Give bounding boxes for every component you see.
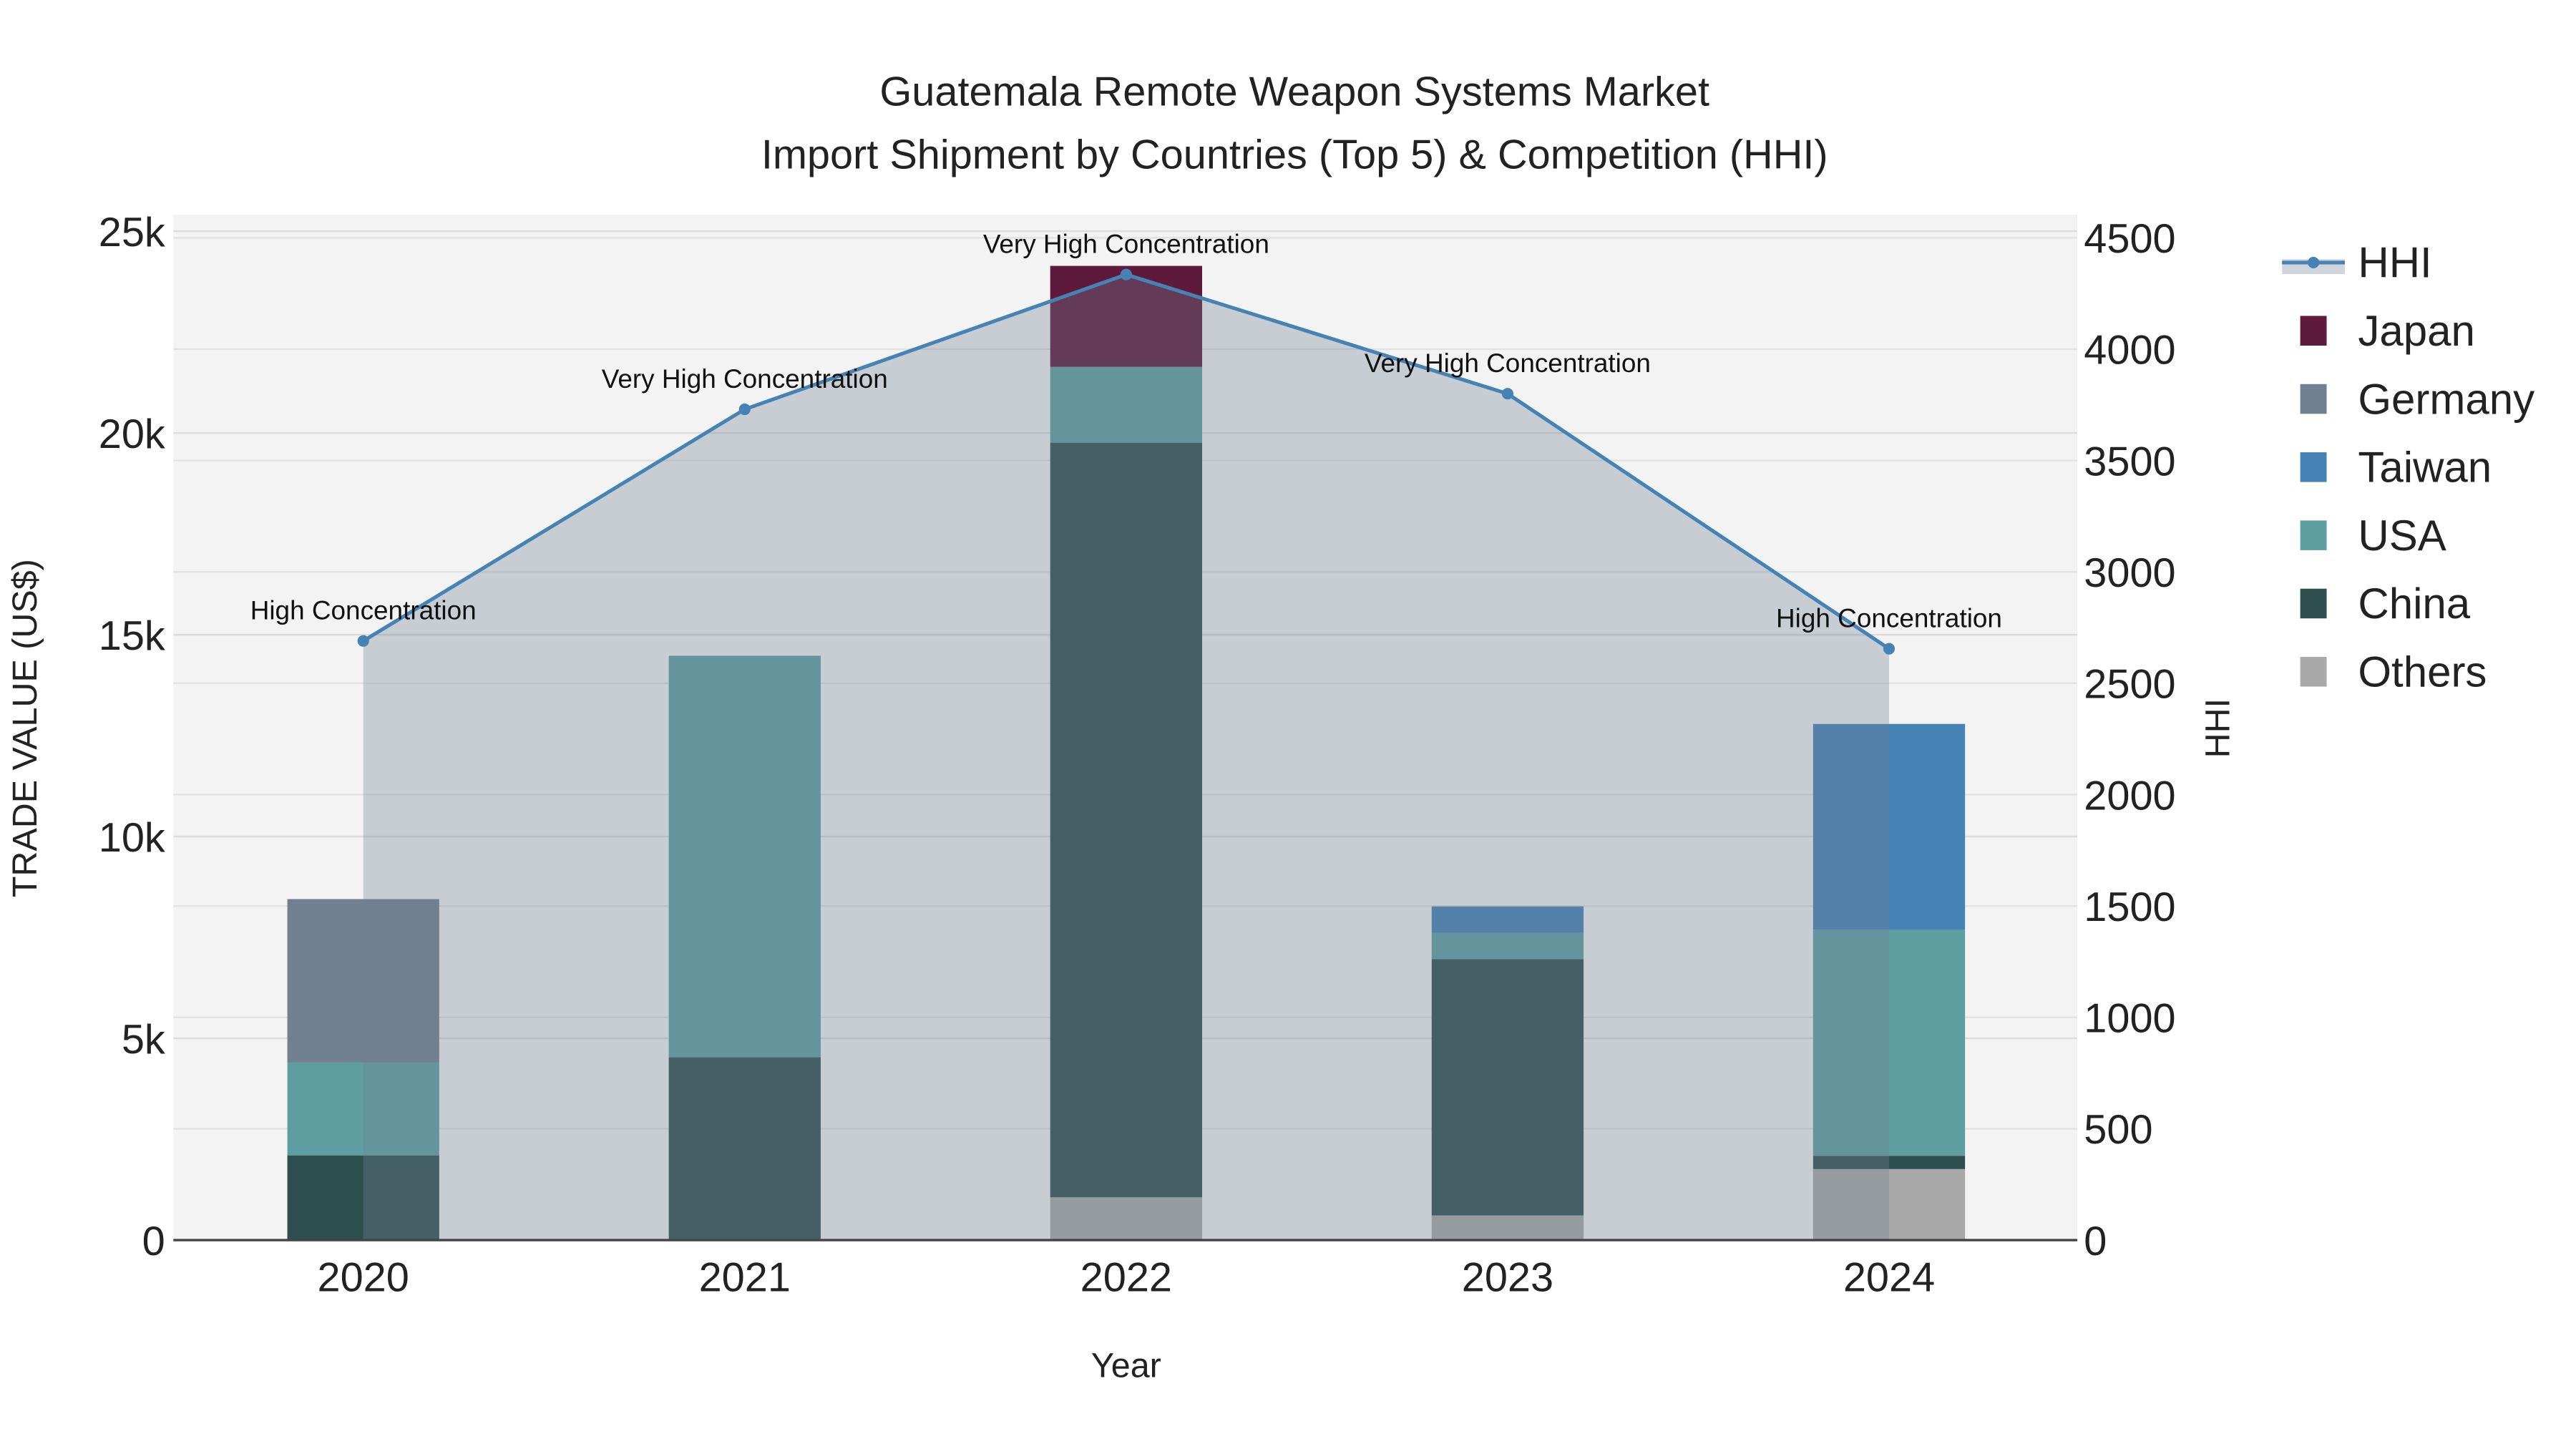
chart-title: Guatemala Remote Weapon Systems Market xyxy=(879,69,1709,115)
legend-hhi-marker xyxy=(2308,256,2320,268)
x-tick-label: 2020 xyxy=(318,1255,409,1301)
legend-label-usa: USA xyxy=(2358,512,2446,560)
hhi-annotation: High Concentration xyxy=(250,596,477,625)
x-tick-label: 2022 xyxy=(1080,1255,1172,1301)
legend-swatch-germany xyxy=(2300,384,2327,414)
y2-tick-label: 500 xyxy=(2084,1107,2152,1153)
y2-axis-title: HHI xyxy=(2198,698,2237,758)
hhi-annotation: Very High Concentration xyxy=(983,230,1269,259)
legend-label-germany: Germany xyxy=(2358,375,2534,423)
chart-subtitle: Import Shipment by Countries (Top 5) & C… xyxy=(761,132,1828,177)
x-axis-title: Year xyxy=(1091,1347,1161,1385)
hhi-point xyxy=(1120,268,1132,280)
legend-swatch-others xyxy=(2300,657,2327,687)
hhi-annotation: High Concentration xyxy=(1776,604,2002,633)
legend-label-china: China xyxy=(2358,580,2470,628)
chart: Guatemala Remote Weapon Systems Market I… xyxy=(0,0,2576,1449)
legend-label-others: Others xyxy=(2358,648,2487,696)
y2-tick-label: 2500 xyxy=(2084,662,2175,708)
y-tick-label: 10k xyxy=(99,815,165,861)
hhi-annotation: Very High Concentration xyxy=(1365,348,1651,378)
hhi-point xyxy=(738,403,751,416)
y2-tick-label: 3500 xyxy=(2084,439,2175,484)
legend-label-hhi: HHI xyxy=(2358,239,2431,287)
y2-tick-label: 1000 xyxy=(2084,996,2175,1042)
y-tick-label: 15k xyxy=(99,613,165,659)
x-tick-label: 2021 xyxy=(699,1255,791,1301)
y2-tick-label: 0 xyxy=(2084,1219,2107,1264)
x-tick-label: 2023 xyxy=(1462,1255,1553,1301)
y2-tick-label: 4500 xyxy=(2084,216,2175,262)
y-tick-label: 5k xyxy=(122,1017,165,1063)
hhi-point xyxy=(1883,643,1896,655)
legend-label-japan: Japan xyxy=(2358,307,2474,355)
y2-tick-label: 1500 xyxy=(2084,884,2175,930)
legend-label-taiwan: Taiwan xyxy=(2358,444,2492,492)
y-tick-label: 0 xyxy=(142,1219,165,1264)
hhi-point xyxy=(1501,388,1513,400)
legend-swatch-usa xyxy=(2300,520,2327,550)
hhi-annotation: Very High Concentration xyxy=(602,364,888,394)
legend-swatch-china xyxy=(2300,588,2327,619)
hhi-point xyxy=(357,635,369,647)
y-tick-label: 25k xyxy=(99,210,165,255)
x-tick-label: 2024 xyxy=(1843,1255,1935,1301)
y-axis-title: TRADE VALUE (US$) xyxy=(6,559,44,897)
y2-tick-label: 4000 xyxy=(2084,328,2175,374)
y2-tick-label: 2000 xyxy=(2084,773,2175,819)
y-tick-label: 20k xyxy=(99,411,165,457)
y2-tick-label: 3000 xyxy=(2084,550,2175,596)
legend-swatch-japan xyxy=(2300,316,2327,346)
legend-swatch-taiwan xyxy=(2300,452,2327,482)
